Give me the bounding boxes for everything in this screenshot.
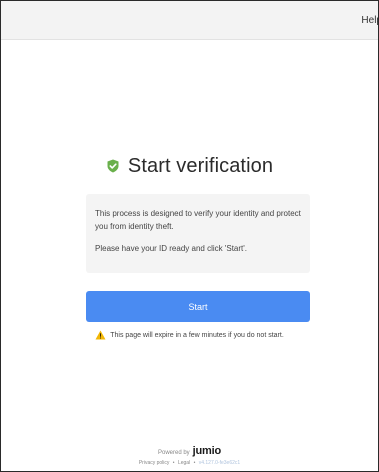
- page-title: Start verification: [127, 154, 274, 177]
- verification-page: Help Start verification This process is …: [0, 0, 379, 472]
- info-text-instruction: Please have your ID ready and click 'Sta…: [95, 244, 248, 253]
- powered-by-label: Powered by: [157, 450, 190, 456]
- warning-triangle-icon: [95, 330, 106, 340]
- top-bar: Help: [1, 1, 378, 40]
- title-row: Start verification: [1, 152, 378, 180]
- help-link[interactable]: Help: [361, 15, 378, 26]
- info-text-purpose: This process is designed to verify your …: [95, 209, 301, 231]
- powered-by: Powered by jumio: [1, 445, 378, 457]
- footer-separator: •: [193, 460, 196, 466]
- version-label: v4.127.0-fe3e62c1: [198, 460, 241, 466]
- check-shield-icon: [107, 159, 119, 173]
- expiry-warning: This page will expire in a few minutes i…: [1, 328, 378, 342]
- footer-separator: •: [172, 460, 175, 466]
- warning-text: This page will expire in a few minutes i…: [110, 331, 284, 339]
- privacy-policy-link[interactable]: Privacy policy: [139, 460, 170, 466]
- start-button[interactable]: Start: [86, 291, 310, 322]
- footer-links: Privacy policy • Legal • v4.127.0-fe3e62…: [1, 460, 378, 466]
- info-box: This process is designed to verify your …: [86, 194, 310, 273]
- legal-link[interactable]: Legal: [178, 460, 190, 466]
- jumio-logo: jumio: [192, 445, 222, 457]
